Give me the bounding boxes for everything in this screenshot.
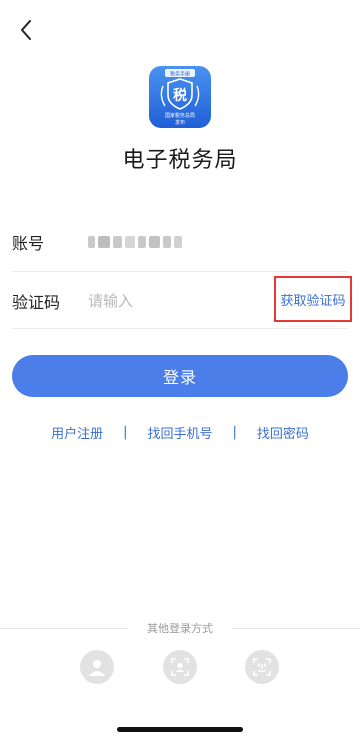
svg-text:税: 税 bbox=[173, 87, 187, 104]
account-value-masked[interactable] bbox=[88, 235, 182, 249]
face-scan-icon bbox=[171, 658, 189, 676]
person-icon bbox=[89, 660, 105, 676]
chevron-left-icon bbox=[21, 20, 31, 40]
svg-text:税务手册: 税务手册 bbox=[170, 71, 190, 78]
register-link[interactable]: 用户注册 bbox=[51, 423, 103, 442]
link-separator: | bbox=[232, 424, 237, 440]
face-scan-login-button[interactable] bbox=[163, 650, 197, 684]
code-label: 验证码 bbox=[12, 293, 61, 312]
link-separator: | bbox=[123, 424, 128, 440]
account-label: 账号 bbox=[12, 234, 45, 253]
recover-password-link[interactable]: 找回密码 bbox=[257, 423, 309, 442]
divider bbox=[12, 271, 348, 272]
recover-phone-link[interactable]: 找回手机号 bbox=[147, 423, 212, 442]
other-login-title: 其他登录方式 bbox=[0, 620, 360, 636]
app-logo: 税务手册 税 国家税务总局 发布 bbox=[149, 66, 211, 128]
login-button[interactable]: 登录 bbox=[12, 355, 348, 397]
verification-code-input[interactable] bbox=[88, 286, 268, 316]
account-login-button[interactable] bbox=[80, 650, 114, 684]
home-indicator[interactable] bbox=[117, 727, 243, 732]
account-links: 用户注册 | 找回手机号 | 找回密码 bbox=[0, 422, 360, 442]
face-id-icon bbox=[253, 658, 271, 676]
svg-text:国家税务总局: 国家税务总局 bbox=[165, 112, 195, 119]
page-title: 电子税务局 bbox=[122, 148, 238, 173]
get-code-button[interactable]: 获取验证码 bbox=[274, 276, 352, 322]
divider bbox=[12, 328, 348, 329]
face-id-login-button[interactable] bbox=[245, 650, 279, 684]
back-button[interactable] bbox=[14, 16, 38, 44]
svg-text:发布: 发布 bbox=[175, 119, 185, 126]
